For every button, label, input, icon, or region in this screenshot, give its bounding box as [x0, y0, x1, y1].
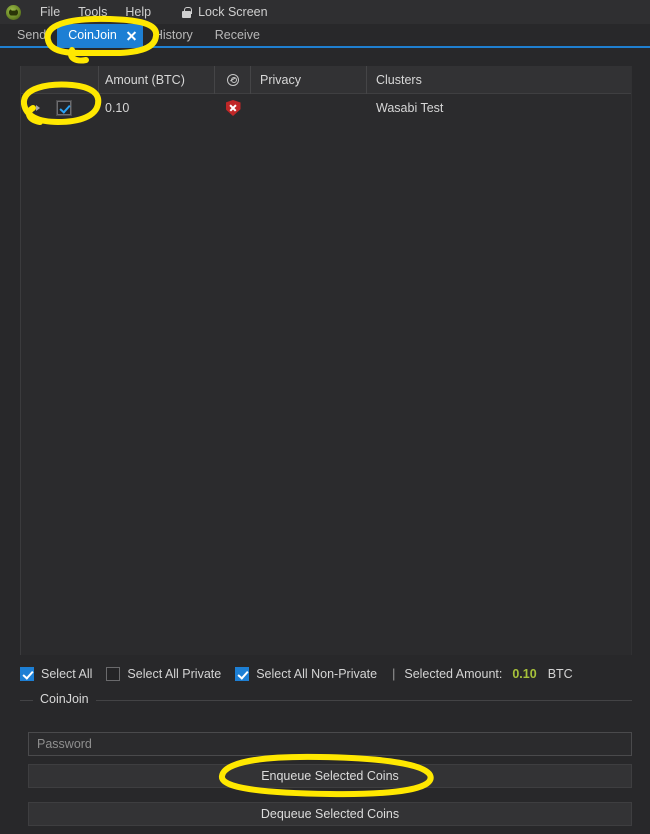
- coin-list-table: Amount (BTC) Privacy Clusters 0.10 Wasab…: [20, 65, 632, 655]
- row-select-cell[interactable]: [41, 100, 99, 116]
- separator: |: [392, 667, 396, 681]
- shield-non-private-icon: [225, 100, 241, 116]
- select-all-checkbox[interactable]: [20, 667, 34, 681]
- tab-receive-label: Receive: [214, 28, 260, 42]
- enqueue-label: Enqueue Selected Coins: [261, 769, 399, 783]
- selected-amount-value: 0.10: [512, 667, 537, 681]
- row-clusters: Wasabi Test: [376, 101, 444, 115]
- select-all-private-checkbox[interactable]: [106, 667, 121, 681]
- menu-item-file[interactable]: File: [31, 3, 69, 21]
- tab-receive[interactable]: Receive: [204, 24, 271, 46]
- header-privacy[interactable]: Privacy: [251, 65, 367, 94]
- select-all-label: Select All: [41, 667, 93, 681]
- group-divider: [20, 700, 632, 701]
- menu-item-tools[interactable]: Tools: [69, 3, 116, 21]
- tab-coinjoin-label: CoinJoin: [68, 28, 117, 42]
- tab-send-label: Send: [17, 28, 47, 42]
- anon-score-icon: [226, 73, 239, 86]
- row-expander[interactable]: [21, 105, 41, 111]
- chevron-right-icon: [35, 105, 40, 111]
- dequeue-selected-coins-button[interactable]: Dequeue Selected Coins: [28, 802, 632, 826]
- lock-icon: [182, 6, 192, 18]
- wasabi-logo-icon: [6, 4, 21, 20]
- select-all-non-private-checkbox[interactable]: [235, 667, 250, 681]
- dequeue-label: Dequeue Selected Coins: [260, 807, 400, 821]
- header-amount[interactable]: Amount (BTC): [99, 65, 215, 94]
- selected-amount-label: Selected Amount:: [404, 667, 503, 681]
- lock-screen-label: Lock Screen: [198, 5, 268, 19]
- selection-summary-bar: Select All Select All Private Select All…: [20, 663, 632, 685]
- select-all-private-label: Select All Private: [127, 667, 222, 681]
- table-row[interactable]: 0.10 Wasabi Test: [21, 94, 631, 122]
- tab-strip: Send CoinJoin History Receive: [0, 24, 650, 46]
- row-select-checkbox[interactable]: [56, 100, 72, 116]
- coinjoin-panel: CoinJoin Password Enqueue Selected Coins…: [20, 692, 632, 826]
- password-input[interactable]: Password: [28, 732, 632, 756]
- header-selection-column: [21, 65, 99, 94]
- tab-send[interactable]: Send: [6, 24, 57, 46]
- header-clusters[interactable]: Clusters: [367, 73, 631, 87]
- header-anon-score-column[interactable]: [215, 65, 251, 94]
- tab-history-label: History: [153, 28, 193, 42]
- coinjoin-tab-highlight-tail: [68, 47, 89, 64]
- select-all-private-group[interactable]: Select All Private: [106, 667, 221, 681]
- menu-item-help[interactable]: Help: [116, 3, 160, 21]
- table-body: 0.10 Wasabi Test: [21, 94, 631, 122]
- row-amount: 0.10: [105, 101, 130, 115]
- password-placeholder: Password: [37, 737, 92, 751]
- lock-screen-button[interactable]: Lock Screen: [182, 5, 268, 19]
- row-privacy-icon-cell: [215, 100, 251, 116]
- tab-underline: [0, 46, 650, 48]
- select-all-non-private-group[interactable]: Select All Non-Private: [235, 667, 377, 681]
- tab-history[interactable]: History: [143, 24, 204, 46]
- select-all-group[interactable]: Select All: [20, 667, 92, 681]
- table-header-row: Amount (BTC) Privacy Clusters: [21, 65, 631, 94]
- enqueue-selected-coins-button[interactable]: Enqueue Selected Coins: [28, 764, 632, 788]
- select-all-non-private-label: Select All Non-Private: [256, 667, 378, 681]
- coinjoin-panel-title: CoinJoin: [33, 692, 96, 706]
- close-icon[interactable]: [126, 30, 137, 41]
- tab-coinjoin[interactable]: CoinJoin: [57, 24, 143, 46]
- selected-amount-unit: BTC: [547, 667, 573, 681]
- menu-bar: File Tools Help Lock Screen: [0, 0, 650, 24]
